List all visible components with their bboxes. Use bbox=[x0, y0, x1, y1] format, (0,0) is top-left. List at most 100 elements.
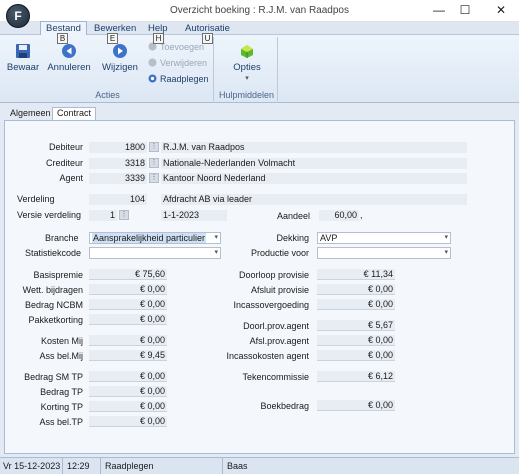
debiteur-code-field[interactable]: 1800 bbox=[89, 142, 147, 153]
productie-voor-label: Productie voor bbox=[250, 248, 309, 258]
bedrag-ncbm-field[interactable]: € 0,00 bbox=[89, 299, 167, 310]
boekbedrag-label: Boekbedrag bbox=[260, 401, 309, 411]
incassokosten-agent-field[interactable]: € 0,00 bbox=[317, 350, 395, 361]
ass-bel-mij-label: Ass bel.Mij bbox=[39, 351, 83, 361]
verdeling-name-field[interactable]: Afdracht AB via leader bbox=[161, 194, 467, 205]
crediteur-lookup-icon[interactable]: ⋮ bbox=[149, 158, 159, 168]
verdeling-label: Verdeling bbox=[17, 194, 55, 204]
menu-bar: Bestand Bewerken Help Autorisatie B E H … bbox=[0, 21, 519, 44]
raadplegen-label: Raadplegen bbox=[160, 74, 209, 84]
versie-lookup-icon[interactable]: ⋮ bbox=[119, 210, 129, 220]
agent-label: Agent bbox=[59, 173, 83, 183]
wett-bijdragen-field[interactable]: € 0,00 bbox=[89, 284, 167, 295]
content-area: Algemeen Contract Debiteur 1800 ⋮ R.J.M.… bbox=[0, 103, 519, 457]
basispremie-label: Basispremie bbox=[33, 270, 83, 280]
annuleren-label: Annuleren bbox=[47, 62, 91, 73]
annuleren-button[interactable]: Annuleren bbox=[46, 39, 92, 73]
agent-lookup-icon[interactable]: ⋮ bbox=[149, 173, 159, 183]
view-icon bbox=[148, 74, 157, 83]
branche-select[interactable]: Aansprakelijkheid particulier ▾ bbox=[89, 232, 221, 244]
chevron-down-icon: ▾ bbox=[444, 234, 448, 241]
ass-bel-tp-field[interactable]: € 0,00 bbox=[89, 416, 167, 427]
bewaar-label: Bewaar bbox=[6, 62, 40, 73]
productie-voor-select[interactable]: ▾ bbox=[317, 247, 451, 259]
minimize-button[interactable]: — bbox=[429, 2, 449, 18]
bedrag-tp-field[interactable]: € 0,00 bbox=[89, 386, 167, 397]
afsluit-provisie-label: Afsluit provisie bbox=[250, 285, 309, 295]
wijzigen-label: Wijzigen bbox=[102, 62, 138, 73]
maximize-button[interactable]: ☐ bbox=[455, 2, 475, 18]
boekbedrag-field[interactable]: € 0,00 bbox=[317, 400, 395, 411]
close-button[interactable]: ✕ bbox=[491, 2, 511, 18]
chevron-down-icon: ▾ bbox=[444, 249, 448, 256]
kosten-mij-label: Kosten Mij bbox=[40, 336, 83, 346]
agent-code-field[interactable]: 3339 bbox=[89, 173, 147, 184]
aandeel-field[interactable]: 60,00 bbox=[319, 210, 359, 221]
debiteur-name-field[interactable]: R.J.M. van Raadpos bbox=[161, 142, 467, 153]
status-mode: Raadplegen bbox=[102, 458, 223, 474]
branche-label: Branche bbox=[45, 233, 79, 243]
opties-label: Opties bbox=[233, 62, 261, 73]
afsluit-provisie-field[interactable]: € 0,00 bbox=[317, 284, 395, 295]
agent-name-field[interactable]: Kantoor Noord Nederland bbox=[161, 173, 467, 184]
crediteur-label: Crediteur bbox=[45, 158, 83, 168]
dekking-select[interactable]: AVP ▾ bbox=[317, 232, 451, 244]
branche-value: Aansprakelijkheid particulier bbox=[92, 233, 207, 243]
bewaar-button[interactable]: Bewaar bbox=[6, 39, 40, 73]
verwijderen-button[interactable]: Verwijderen bbox=[148, 57, 207, 70]
app-logo-icon[interactable]: F bbox=[6, 4, 30, 28]
doorloop-provisie-label: Doorloop provisie bbox=[238, 270, 309, 280]
keytip-bestand: B bbox=[57, 33, 68, 44]
options-icon bbox=[239, 43, 255, 59]
statistiekcode-label: Statistiekcode bbox=[25, 248, 82, 258]
bedrag-sm-tp-field[interactable]: € 0,00 bbox=[89, 371, 167, 382]
aandeel-suffix: , bbox=[360, 210, 363, 220]
ribbon-group-acties: Bewaar Annuleren Wijzigen Toevoegen Verw… bbox=[2, 37, 214, 101]
keytip-autorisatie: U bbox=[202, 33, 213, 44]
chevron-down-icon: ▾ bbox=[214, 249, 218, 256]
statistiekcode-select[interactable]: ▾ bbox=[89, 247, 221, 259]
bedrag-tp-label: Bedrag TP bbox=[40, 387, 83, 397]
dekking-label: Dekking bbox=[276, 233, 309, 243]
basispremie-field[interactable]: € 75,60 bbox=[89, 269, 167, 280]
crediteur-code-field[interactable]: 3318 bbox=[89, 158, 147, 169]
crediteur-name-field[interactable]: Nationale-Nederlanden Volmacht bbox=[161, 158, 467, 169]
opties-button[interactable]: Opties ▾ bbox=[225, 39, 269, 82]
delete-icon bbox=[148, 58, 157, 67]
acties-group-label: Acties bbox=[95, 90, 120, 100]
chevron-down-icon: ▾ bbox=[214, 234, 218, 241]
versie-verdeling-field[interactable]: 1 bbox=[89, 210, 117, 221]
doorl-prov-agent-field[interactable]: € 5,67 bbox=[317, 320, 395, 331]
doorl-prov-agent-label: Doorl.prov.agent bbox=[243, 321, 309, 331]
wijzigen-button[interactable]: Wijzigen bbox=[100, 39, 140, 73]
title-bar: Overzicht boeking : R.J.M. van Raadpos —… bbox=[0, 0, 519, 22]
keytip-help: H bbox=[153, 33, 164, 44]
tab-algemeen[interactable]: Algemeen bbox=[6, 108, 55, 120]
incassovergoeding-field[interactable]: € 0,00 bbox=[317, 299, 395, 310]
bedrag-ncbm-label: Bedrag NCBM bbox=[24, 300, 83, 310]
afsl-prov-agent-field[interactable]: € 0,00 bbox=[317, 335, 395, 346]
dekking-value: AVP bbox=[320, 233, 338, 243]
korting-tp-field[interactable]: € 0,00 bbox=[89, 401, 167, 412]
undo-icon bbox=[61, 43, 77, 59]
tekencommissie-field[interactable]: € 6,12 bbox=[317, 371, 395, 382]
debiteur-label: Debiteur bbox=[48, 142, 83, 152]
wett-bijdragen-label: Wett. bijdragen bbox=[22, 285, 83, 295]
ass-bel-mij-field[interactable]: € 9,45 bbox=[89, 350, 167, 361]
verdeling-code-field[interactable]: 104 bbox=[89, 194, 147, 205]
ribbon-group-hulpmiddelen: Opties ▾ Hulpmiddelen bbox=[216, 37, 278, 101]
status-time: 12:29 bbox=[64, 458, 101, 474]
edit-icon bbox=[112, 43, 128, 59]
tab-contract[interactable]: Contract bbox=[52, 107, 97, 120]
keytip-bewerken: E bbox=[107, 33, 118, 44]
hulpmiddelen-group-label: Hulpmiddelen bbox=[218, 90, 275, 100]
kosten-mij-field[interactable]: € 0,00 bbox=[89, 335, 167, 346]
raadplegen-button[interactable]: Raadplegen bbox=[148, 73, 209, 86]
versie-date-field[interactable]: 1-1-2023 bbox=[161, 210, 227, 221]
debiteur-lookup-icon[interactable]: ⋮ bbox=[149, 142, 159, 152]
pakketkorting-field[interactable]: € 0,00 bbox=[89, 314, 167, 325]
pakketkorting-label: Pakketkorting bbox=[28, 315, 83, 325]
doorloop-provisie-field[interactable]: € 11,34 bbox=[317, 269, 395, 280]
tekencommissie-label: Tekencommissie bbox=[242, 372, 309, 382]
status-user: Baas bbox=[227, 461, 248, 471]
